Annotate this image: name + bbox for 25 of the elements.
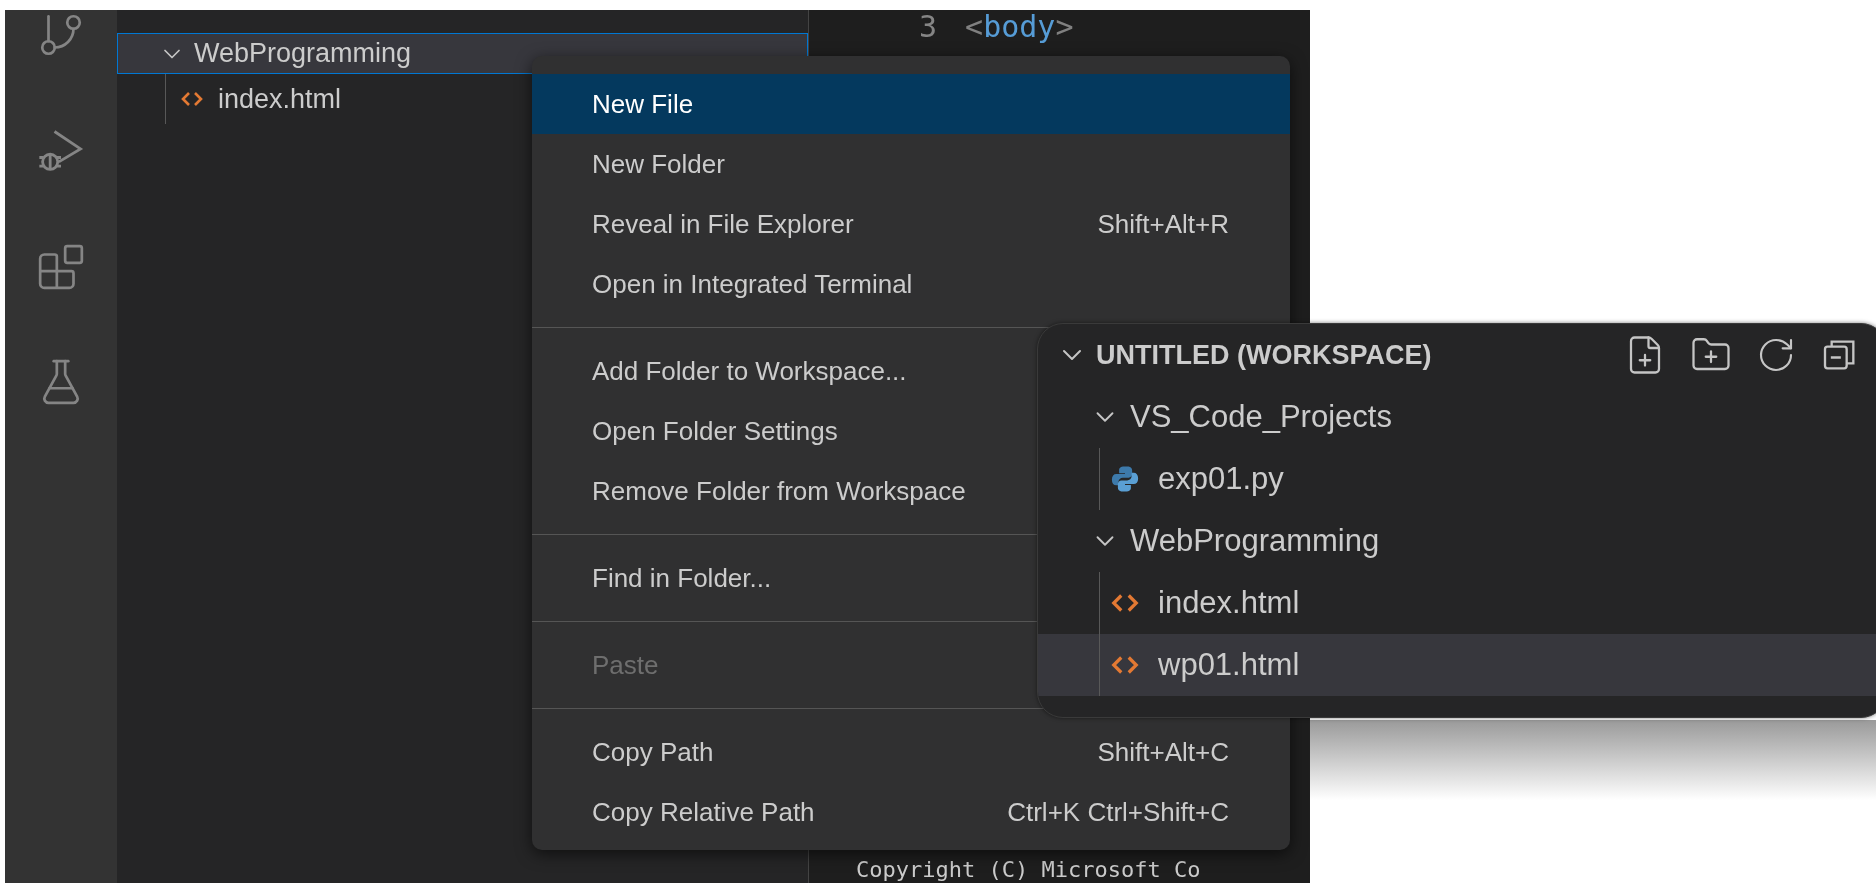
menu-item[interactable]: Copy Path Shift+Alt+C <box>532 722 1290 782</box>
menu-item[interactable]: Add Folder to Workspace... <box>532 341 923 401</box>
file-name: exp01.py <box>1158 459 1284 498</box>
menu-item[interactable]: Open Folder Settings <box>532 401 854 461</box>
file-name: wp01.html <box>1158 645 1300 684</box>
menu-item[interactable]: Copy Relative Path Ctrl+K Ctrl+Shift+C <box>532 782 1290 842</box>
line-number: 3 <box>919 10 938 44</box>
menu-item[interactable]: New File <box>532 74 1290 134</box>
menu-item[interactable]: Find in Folder... <box>532 548 788 608</box>
folder-name[interactable]: VS_Code_Projects <box>1130 393 1392 441</box>
folder-name: WebProgramming <box>194 37 412 71</box>
file-row[interactable]: exp01.py <box>1038 448 1876 510</box>
python-icon <box>1110 464 1140 494</box>
file-name[interactable]: index.html <box>218 78 342 120</box>
folder-name[interactable]: WebProgramming <box>1130 517 1380 565</box>
file-row[interactable]: wp01.html <box>1038 634 1876 696</box>
file-name: index.html <box>1158 583 1300 622</box>
code-text: <body> <box>965 10 1074 44</box>
menu-item[interactable]: New Folder <box>532 134 741 194</box>
workspace-title[interactable]: UNTITLED (WORKSPACE) <box>1096 334 1432 376</box>
extensions-icon[interactable] <box>36 242 86 292</box>
menu-item[interactable]: Remove Folder from Workspace <box>532 461 982 521</box>
menu-item[interactable]: Reveal in File Explorer Shift+Alt+R <box>532 194 1290 254</box>
menu-item[interactable]: Open in Integrated Terminal <box>532 254 929 314</box>
code-line: Copyright (C) Microsoft Co <box>856 857 1202 883</box>
